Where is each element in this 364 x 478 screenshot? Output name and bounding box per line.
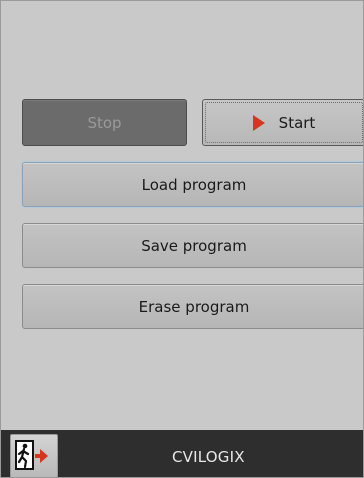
load-program-button[interactable]: Load program [22,162,363,207]
save-program-button[interactable]: Save program [22,223,363,268]
erase-program-button[interactable]: Erase program [22,284,363,329]
load-program-label: Load program [141,175,247,194]
app-title: CVILOGIX [172,448,245,466]
start-button[interactable]: Start [202,99,363,146]
footer-bar: CVILOGIX [1,430,363,477]
stop-button[interactable]: Stop [22,99,187,146]
save-program-label: Save program [141,236,247,255]
stop-button-label: Stop [87,113,122,132]
exit-button[interactable] [10,434,58,477]
program-control-panel: Stop Start Load program Save program Era… [0,0,364,478]
start-button-label: Start [278,113,316,132]
exit-door-icon [15,440,48,470]
erase-program-label: Erase program [138,297,250,316]
play-icon [252,114,265,131]
